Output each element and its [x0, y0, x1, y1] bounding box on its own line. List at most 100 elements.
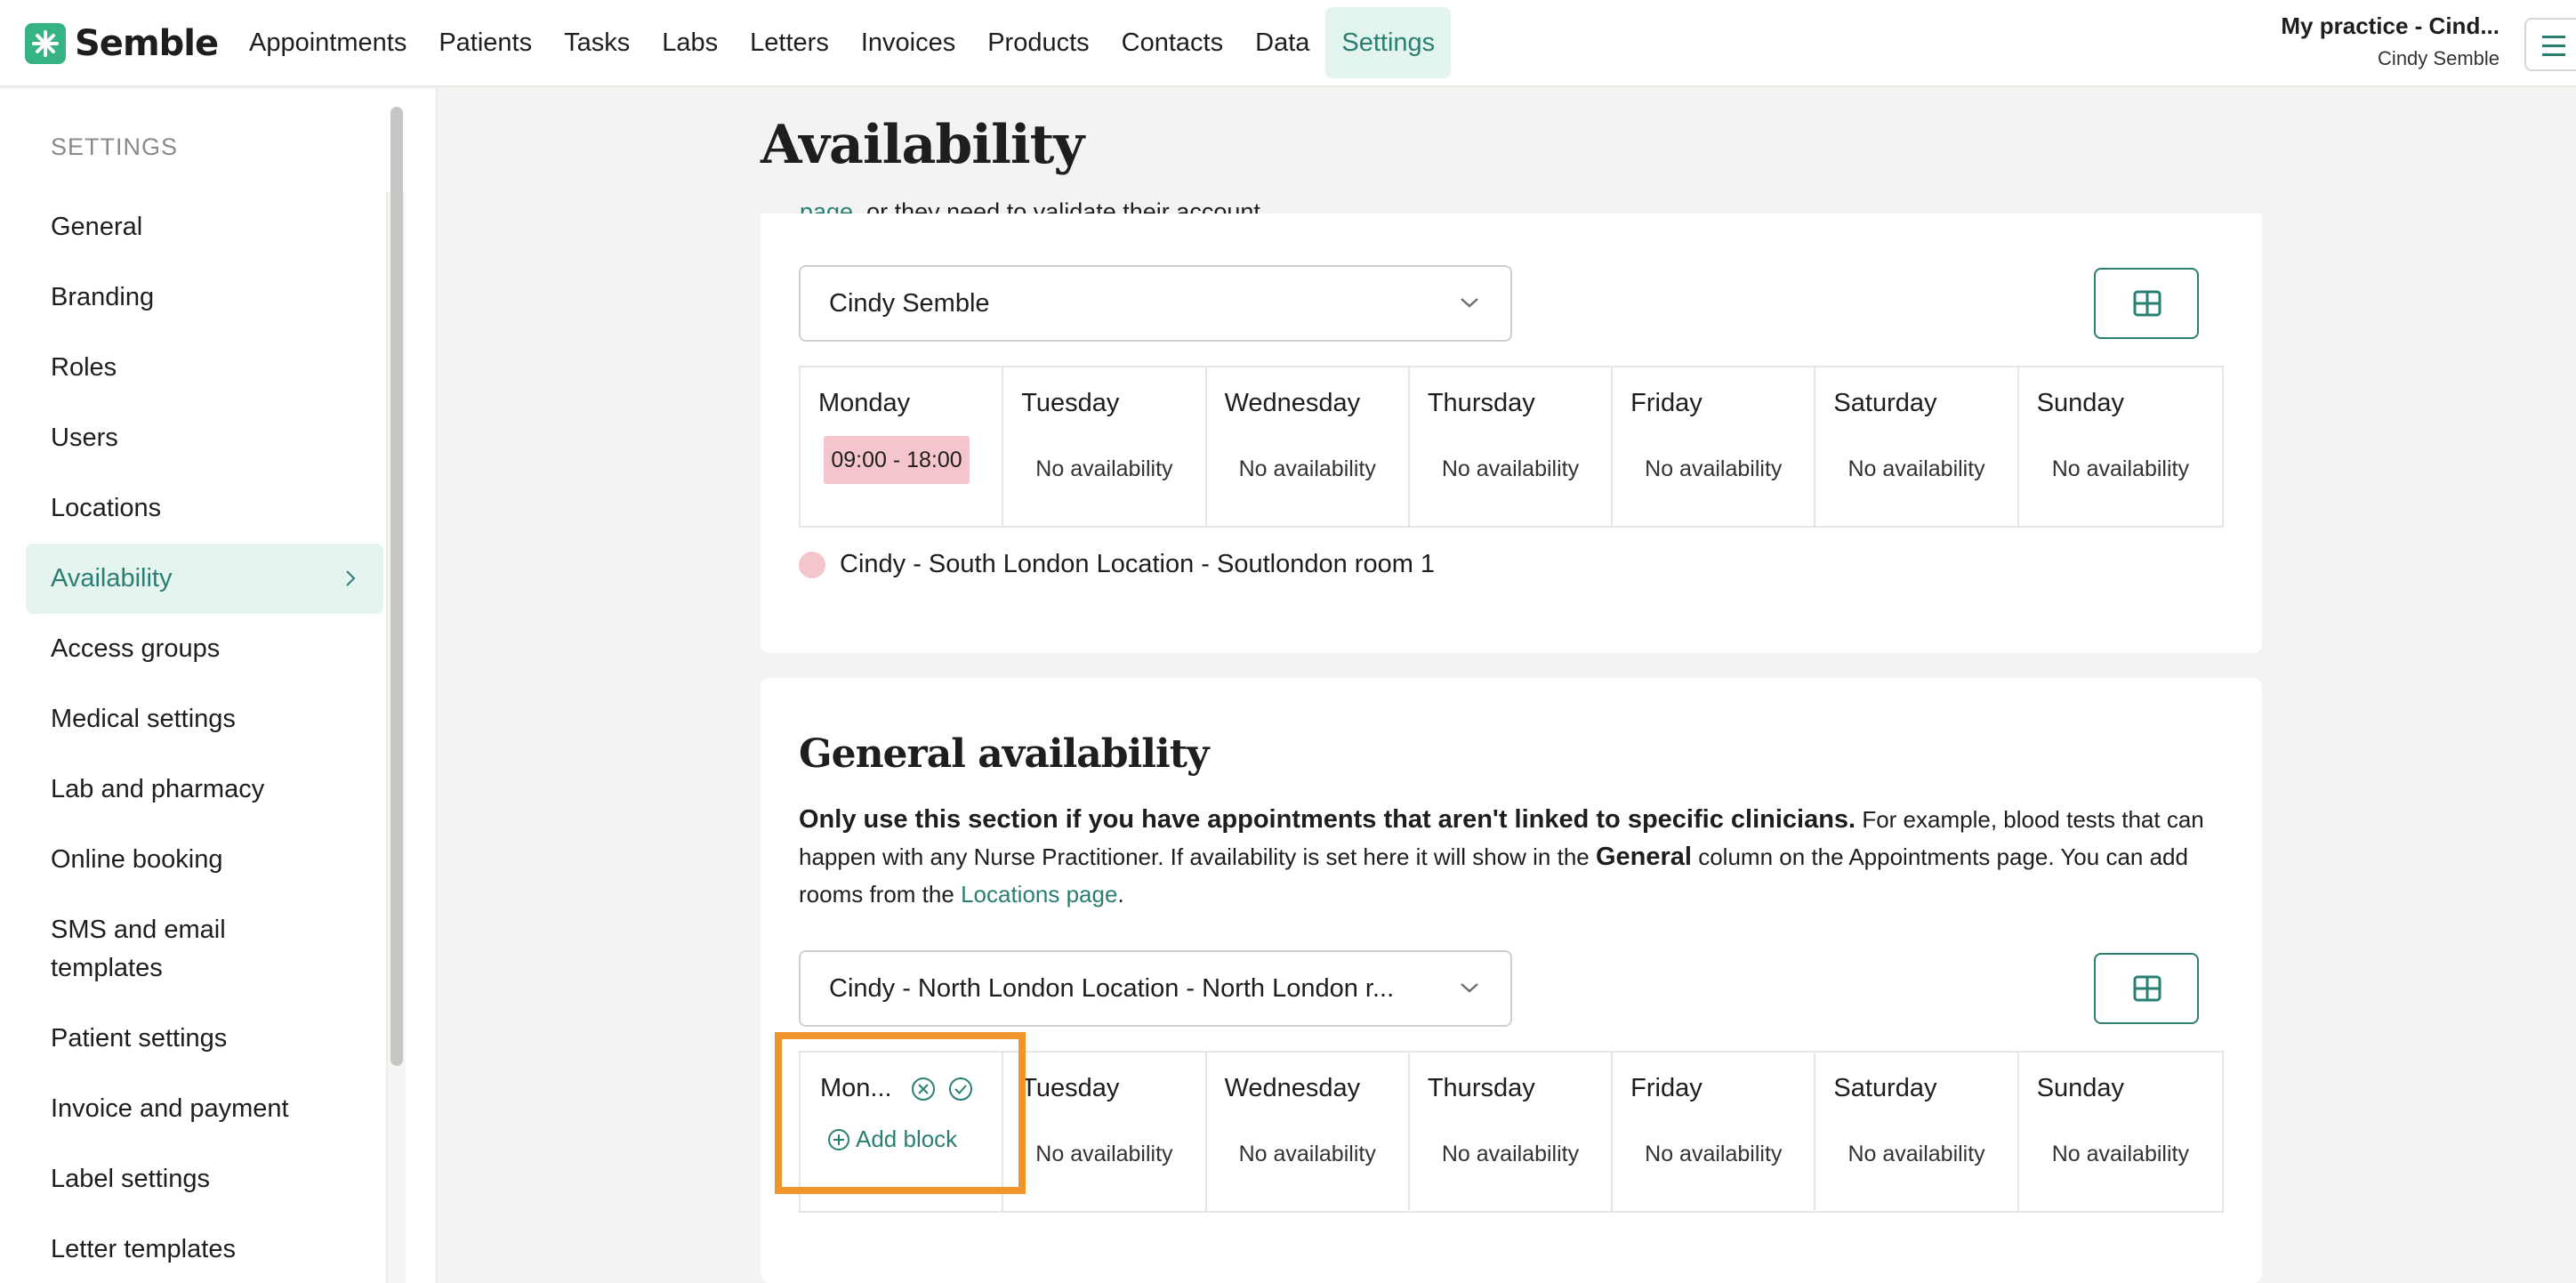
- sidebar-item-access-groups[interactable]: Access groups: [26, 614, 383, 684]
- sidebar-item-general[interactable]: General: [26, 192, 383, 262]
- nav-settings[interactable]: Settings: [1325, 7, 1452, 78]
- sidebar-item-letter-templates[interactable]: Letter templates: [26, 1214, 383, 1283]
- sidebar-item-label-settings[interactable]: Label settings: [26, 1144, 383, 1214]
- no-availability-text: No availability: [1238, 456, 1376, 481]
- day-name: Tuesday: [1021, 389, 1120, 417]
- no-availability-text: No availability: [1441, 456, 1580, 481]
- no-availability-text: No availability: [1035, 1142, 1173, 1166]
- nav-letters[interactable]: Letters: [734, 7, 845, 78]
- clinician-select-value: Cindy Semble: [829, 288, 990, 318]
- desc-emphasis: Only use this section if you have appoin…: [799, 805, 1856, 834]
- clinician-week-grid: Monday 09:00 - 18:00 Tuesday No availabi…: [799, 366, 2224, 528]
- sidebar-item-medical-settings[interactable]: Medical settings: [26, 684, 383, 754]
- day-name: Sunday: [2036, 389, 2125, 417]
- chevron-down-icon: [1461, 983, 1478, 993]
- chevron-down-icon: [1461, 298, 1478, 308]
- no-availability-text: No availability: [1847, 1142, 1985, 1166]
- intro-tail: , or they need to validate their account…: [853, 198, 1268, 214]
- semble-logo[interactable]: Semble: [25, 21, 219, 66]
- no-availability-text: No availability: [1238, 1142, 1376, 1166]
- nav-invoices[interactable]: Invoices: [845, 7, 971, 78]
- practice-name: My practice - Cind...: [2281, 12, 2500, 39]
- sidebar-item-locations[interactable]: Locations: [26, 473, 383, 544]
- day-name: Wednesday: [1224, 1074, 1361, 1102]
- day-name: Thursday: [1427, 1074, 1535, 1102]
- day-column-sunday: Sunday No availability: [2019, 367, 2222, 526]
- no-availability-text: No availability: [1645, 1142, 1783, 1166]
- sidebar-item-patient-settings[interactable]: Patient settings: [26, 1004, 383, 1074]
- desc-end: .: [1117, 881, 1124, 908]
- day-column-sunday: Sunday No availability: [2019, 1053, 2222, 1211]
- day-column-saturday: Saturday No availability: [1815, 1053, 2019, 1211]
- calendar-view-button[interactable]: [2094, 953, 2199, 1024]
- focus-highlight-box: [775, 1032, 1026, 1194]
- day-name: Wednesday: [1224, 389, 1361, 417]
- account-switcher[interactable]: My practice - Cind... Cindy Semble: [2281, 12, 2500, 70]
- nav-appointments[interactable]: Appointments: [233, 7, 423, 78]
- sidebar-item-availability[interactable]: Availability: [26, 544, 383, 614]
- sidebar-item-users[interactable]: Users: [26, 403, 383, 473]
- hamburger-icon[interactable]: [2524, 18, 2576, 71]
- sidebar-item-lab-pharmacy[interactable]: Lab and pharmacy: [26, 754, 383, 825]
- nav-tasks[interactable]: Tasks: [548, 7, 646, 78]
- sidebar-list: General Branding Roles Users Locations A…: [26, 192, 383, 1283]
- day-name: Tuesday: [1021, 1074, 1120, 1102]
- grid-icon: [2133, 975, 2161, 1002]
- no-availability-text: No availability: [2051, 1142, 2189, 1166]
- day-column-friday: Friday No availability: [1613, 1053, 1816, 1211]
- nav-data[interactable]: Data: [1239, 7, 1325, 78]
- main-nav: Appointments Patients Tasks Labs Letters…: [233, 7, 1452, 78]
- no-availability-text: No availability: [1035, 456, 1173, 481]
- locations-page-link[interactable]: Locations page: [961, 881, 1117, 908]
- sidebar-scrollbar-thumb[interactable]: [390, 107, 403, 1066]
- nav-labs[interactable]: Labs: [646, 7, 734, 78]
- page-title: Availability: [761, 114, 1084, 176]
- no-availability-text: No availability: [2051, 456, 2189, 481]
- day-name: Sunday: [2036, 1074, 2125, 1102]
- top-bar: Semble Appointments Patients Tasks Labs …: [0, 0, 2576, 87]
- day-column-wednesday: Wednesday No availability: [1207, 367, 1410, 526]
- general-availability-title: General availability: [799, 731, 1210, 777]
- sidebar-item-sms-email-templates[interactable]: SMS and email templates: [26, 895, 383, 1004]
- day-name: Monday: [818, 389, 911, 417]
- day-name: Friday: [1630, 1074, 1703, 1102]
- sidebar-item-branding[interactable]: Branding: [26, 262, 383, 333]
- sidebar-item-label: SMS and email templates: [51, 916, 226, 982]
- nav-contacts[interactable]: Contacts: [1106, 7, 1239, 78]
- sidebar-item-online-booking[interactable]: Online booking: [26, 825, 383, 895]
- day-column-monday: Monday 09:00 - 18:00: [801, 367, 1004, 526]
- day-column-thursday: Thursday No availability: [1410, 1053, 1614, 1211]
- no-availability-text: No availability: [1441, 1142, 1580, 1166]
- day-name: Saturday: [1833, 389, 1937, 417]
- brand-name: Semble: [75, 23, 219, 64]
- sidebar-heading: SETTINGS: [51, 133, 179, 160]
- legend-label: Cindy - South London Location - Soutlond…: [840, 550, 1436, 578]
- general-availability-description: Only use this section if you have appoin…: [799, 801, 2222, 913]
- day-column-friday: Friday No availability: [1613, 367, 1816, 526]
- semble-logo-icon: [25, 23, 66, 64]
- nav-patients[interactable]: Patients: [423, 7, 548, 78]
- sidebar-item-label: Availability: [51, 564, 173, 593]
- intro-link[interactable]: page: [800, 198, 853, 214]
- clinician-select[interactable]: Cindy Semble: [799, 265, 1512, 342]
- day-column-wednesday: Wednesday No availability: [1207, 1053, 1410, 1211]
- day-name: Thursday: [1427, 389, 1535, 417]
- calendar-view-button[interactable]: [2094, 268, 2199, 339]
- settings-sidebar: SETTINGS General Branding Roles Users Lo…: [0, 89, 438, 1283]
- day-column-tuesday: Tuesday No availability: [1003, 1053, 1207, 1211]
- day-column-tuesday: Tuesday No availability: [1003, 367, 1207, 526]
- nav-products[interactable]: Products: [971, 7, 1105, 78]
- day-name: Saturday: [1833, 1074, 1937, 1102]
- sidebar-item-invoice-payment[interactable]: Invoice and payment: [26, 1074, 383, 1144]
- room-select[interactable]: Cindy - North London Location - North Lo…: [799, 950, 1512, 1027]
- user-name: Cindy Semble: [2378, 47, 2500, 69]
- desc-emphasis-general: General: [1595, 843, 1692, 871]
- no-availability-text: No availability: [1847, 456, 1985, 481]
- availability-block[interactable]: 09:00 - 18:00: [824, 436, 970, 484]
- chevron-right-icon: [346, 570, 356, 586]
- day-name: Friday: [1630, 389, 1703, 417]
- no-availability-text: No availability: [1645, 456, 1783, 481]
- sidebar-item-roles[interactable]: Roles: [26, 333, 383, 403]
- grid-icon: [2133, 290, 2161, 317]
- legend-color-dot: [799, 551, 825, 578]
